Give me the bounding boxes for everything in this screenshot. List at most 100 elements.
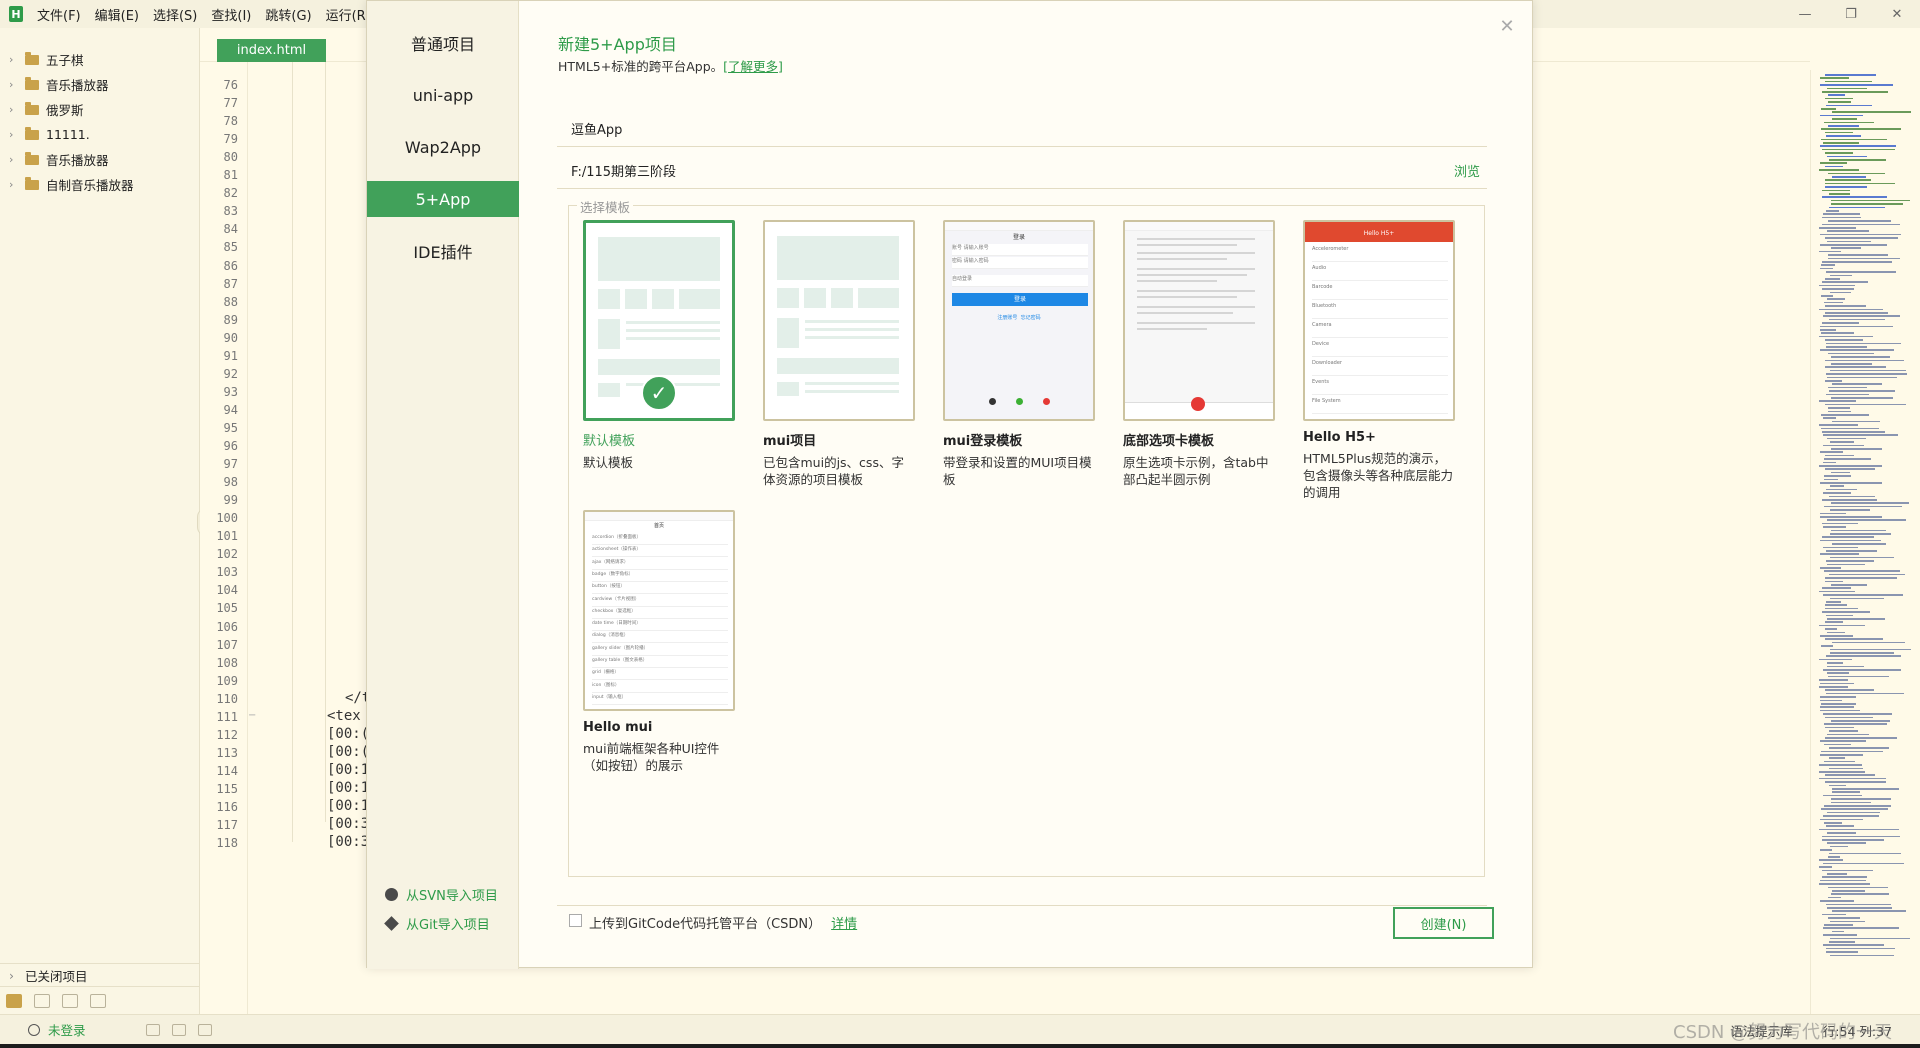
nav-5plus-app[interactable]: 5+App (367, 181, 519, 217)
minimap-line (1821, 138, 1887, 141)
nav-normal-project[interactable]: 普通项目 (367, 25, 519, 61)
template-bottom-tab[interactable]: 底部选项卡模板 原生选项卡示例，含tab中部凸起半圆示例 (1123, 220, 1275, 488)
menu-goto[interactable]: 跳转(G) (265, 5, 311, 24)
minimap-line (1827, 618, 1885, 620)
minimap-line (1822, 288, 1854, 290)
template-name: 底部选项卡模板 (1123, 434, 1215, 449)
minimap-line (1827, 437, 1866, 440)
minimap-line (1820, 162, 1847, 164)
learn-more-link[interactable]: [了解更多] (723, 59, 783, 74)
minimap[interactable] (1810, 70, 1920, 1014)
minimap-line (1823, 669, 1901, 671)
template-hello-mui[interactable]: 首页 accordion（折叠面板） actionsheet（操作表） ajax（网… (583, 510, 735, 774)
minimap-line (1819, 250, 1841, 253)
minimap-line (1828, 220, 1891, 222)
closed-projects[interactable]: › 已关闭项目 (0, 963, 200, 987)
minimap-line (1820, 709, 1860, 712)
minimap-line (1823, 417, 1836, 419)
minimap-line (1823, 434, 1898, 436)
tree-item-custom-music-player[interactable]: › 自制音乐播放器 (0, 172, 199, 197)
nav-uni-app[interactable]: uni-app (367, 77, 519, 113)
line-number: 86 (223, 258, 238, 273)
project-manager-icon[interactable] (6, 993, 22, 1008)
tree-item-music-player[interactable]: › 音乐播放器 (0, 72, 199, 97)
plugins-icon[interactable] (90, 993, 106, 1008)
tree-item-tetris[interactable]: › 俄罗斯 (0, 97, 199, 122)
minimap-line (1824, 822, 1842, 824)
minimap-line (1827, 240, 1871, 243)
template-hello-h5plus[interactable]: Hello H5+ Accelerometer Audio Barcode Bluet… (1303, 220, 1455, 501)
menu-run[interactable]: 运行(R) (326, 5, 371, 24)
minimap-line (1828, 254, 1888, 256)
minimap-line (1824, 505, 1902, 508)
minimap-line (1825, 737, 1897, 739)
create-button[interactable]: 创建(N) (1393, 907, 1494, 939)
menu-find[interactable]: 查找(I) (211, 5, 251, 24)
minimap-line (1823, 794, 1862, 797)
minimap-line (1820, 325, 1893, 328)
thumb-list-row: Barcode (1312, 284, 1448, 300)
list-icon[interactable] (145, 1023, 160, 1036)
browse-button[interactable]: 浏览 (1454, 161, 1480, 180)
debug-icon[interactable] (34, 993, 50, 1008)
minimap-line (1825, 359, 1904, 362)
tree-item-label: 俄罗斯 (46, 103, 84, 118)
minimap-line (1820, 451, 1843, 453)
minimap-line (1828, 352, 1874, 355)
thumb-text: 登录 (952, 293, 1088, 306)
minimap-line (1830, 509, 1870, 511)
login-status[interactable]: 未登录 (28, 1020, 86, 1039)
gitcode-detail-link[interactable]: 详情 (831, 917, 857, 932)
tree-item-gomoku[interactable]: › 五子棋 (0, 47, 199, 72)
project-sidebar: › 五子棋 › 音乐播放器 › 俄罗斯 › 11111. › 音乐播放器 › 自制音乐播放器… (0, 28, 200, 1014)
template-mui-login[interactable]: 登录 账号 请输入账号 密码 请输入密码 自动登录 登录 注册账号 忘记密码 m… (943, 220, 1095, 488)
template-default[interactable]: ✓ 默认模板 默认模板 (583, 220, 735, 471)
terminal-icon[interactable] (171, 1023, 186, 1036)
minimap-line (1827, 376, 1897, 379)
search-files-icon[interactable] (62, 993, 78, 1008)
minimap-line (1820, 114, 1863, 117)
fold-icon[interactable]: − (248, 710, 256, 721)
minimap-line (1832, 641, 1905, 644)
minimize-icon[interactable]: — (1782, 0, 1828, 28)
minimap-line (1829, 318, 1885, 321)
minimap-line (1822, 216, 1861, 219)
selected-check-icon: ✓ (641, 375, 677, 411)
line-number: 95 (223, 420, 238, 435)
minimap-line (1832, 543, 1886, 545)
nav-ide-plugin[interactable]: IDE插件 (367, 233, 519, 269)
minimap-line (1820, 849, 1832, 851)
minimap-line (1831, 471, 1850, 474)
thumb-text: 登录 (1012, 234, 1025, 241)
minimap-line (1820, 482, 1882, 484)
thumb-list-row: actionsheet（操作表） (592, 546, 728, 558)
nav-wap2app[interactable]: Wap2App (367, 129, 519, 165)
folder-icon (25, 126, 39, 140)
line-number: 81 (223, 168, 238, 183)
minimap-line (1830, 274, 1852, 277)
menu-edit[interactable]: 编辑(E) (95, 5, 139, 24)
indent-guide (292, 62, 293, 842)
template-mui-project[interactable]: mui项目 已包含mui的js、css、字体资源的项目模板 (763, 220, 915, 488)
minimap-line (1825, 726, 1854, 729)
project-path-input[interactable]: F:/115期第三阶段 浏览 (557, 153, 1487, 189)
restore-icon[interactable]: ❐ (1828, 0, 1874, 28)
minimap-line (1824, 121, 1874, 124)
menu-select[interactable]: 选择(S) (153, 5, 197, 24)
tree-item-11111[interactable]: › 11111. (0, 122, 199, 147)
close-icon[interactable]: ✕ (1496, 15, 1518, 37)
tree-item-music-player-2[interactable]: › 音乐播放器 (0, 147, 199, 172)
import-from-svn-link[interactable]: 从SVN导入项目 (385, 885, 498, 904)
thumb-text: 密码 请输入密码 (952, 257, 1088, 269)
import-from-git-link[interactable]: 从Git导入项目 (384, 914, 490, 933)
user-icon (28, 1023, 40, 1036)
palette-icon[interactable] (197, 1023, 212, 1036)
tab-index-html[interactable]: index.html (217, 39, 326, 62)
minimap-line (1827, 298, 1845, 300)
minimap-line (1820, 539, 1881, 542)
line-number: 94 (223, 402, 238, 417)
close-window-icon[interactable]: ✕ (1874, 0, 1920, 28)
upload-gitcode-checkbox[interactable] (569, 914, 582, 927)
project-name-input[interactable]: 逗鱼App (557, 111, 1487, 147)
menu-file[interactable]: 文件(F) (37, 5, 81, 24)
